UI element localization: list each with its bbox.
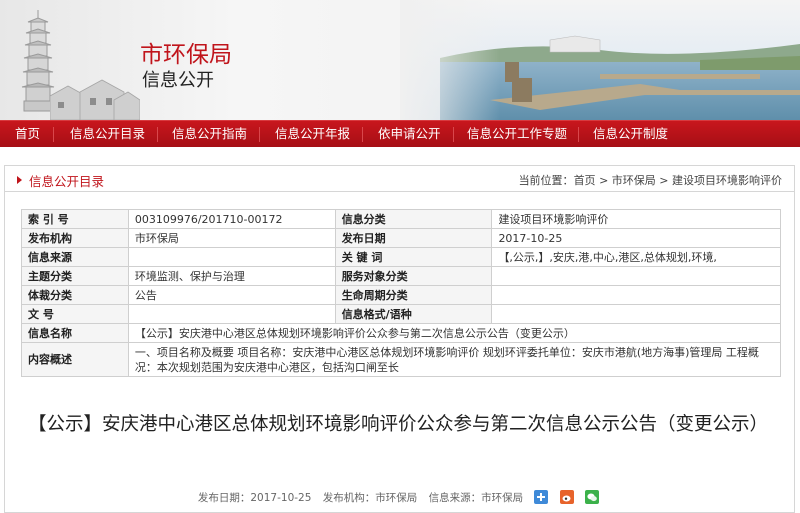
table-row: 信息名称 【公示】安庆港中心港区总体规划环境影响评价公众参与第二次信息公示公告（… <box>21 323 782 343</box>
nav-separator <box>157 127 158 142</box>
field-value <box>127 304 336 324</box>
section-title: 信息公开目录 <box>29 174 105 189</box>
breadcrumb-separator: > <box>599 174 609 187</box>
field-value: 市环保局 <box>127 228 336 248</box>
nav-item-apply[interactable]: 依申请公开 <box>378 121 441 148</box>
summary-value: 一、项目名称及概要 项目名称：安庆港中心港区总体规划环境影响评价 规划环评委托单… <box>127 342 782 377</box>
nav-item-home[interactable]: 首页 <box>15 121 40 148</box>
field-label: 文 号 <box>21 304 129 324</box>
field-label: 信息格式/语种 <box>334 304 493 324</box>
field-value: 003109976/201710-00172 <box>127 209 336 229</box>
header-banner: 市环保局 信息公开 <box>0 0 800 120</box>
nav-item-catalog[interactable]: 信息公开目录 <box>70 121 145 148</box>
nav-separator <box>362 127 363 142</box>
field-label: 内容概述 <box>21 342 129 377</box>
field-value: 公告 <box>127 285 336 305</box>
table-row: 文 号 信息格式/语种 <box>21 304 781 324</box>
nav-separator <box>578 127 579 142</box>
weibo-share-icon[interactable] <box>559 490 574 504</box>
section-header: 信息公开目录 当前位置：首页 > 市环保局 > 建设项目环境影响评价 <box>5 166 794 192</box>
wechat-share-icon[interactable] <box>585 490 600 504</box>
main-nav: 首页 信息公开目录 信息公开指南 信息公开年报 依申请公开 信息公开工作专题 信… <box>0 120 800 147</box>
breadcrumb-label: 当前位置： <box>518 174 574 187</box>
table-row: 信息来源 关 键 词 【,公示,】,安庆,港,中心,港区,总体规划,环境, <box>21 247 781 267</box>
table-row: 内容概述 一、项目名称及概要 项目名称：安庆港中心港区总体规划环境影响评价 规划… <box>21 342 782 377</box>
document-title: 【公示】安庆港中心港区总体规划环境影响评价公众参与第二次信息公示公告（变更公示） <box>27 414 768 435</box>
houses-illustration <box>50 79 140 120</box>
field-label: 生命周期分类 <box>334 285 493 305</box>
field-label: 发布机构 <box>21 228 129 248</box>
document-meta: 发布日期：2017-10-25 发布机构：市环保局 信息来源：市环保局 <box>4 490 793 505</box>
breadcrumb-bureau[interactable]: 市环保局 <box>612 174 656 187</box>
breadcrumb-home[interactable]: 首页 <box>574 174 596 187</box>
field-value <box>491 304 781 324</box>
field-value: 2017-10-25 <box>491 228 781 248</box>
share-plus-icon[interactable] <box>534 490 549 504</box>
breadcrumb-separator: > <box>659 174 669 187</box>
field-label: 信息分类 <box>334 209 493 229</box>
field-value <box>491 285 781 305</box>
field-label: 发布日期 <box>334 228 493 248</box>
info-table: 索 引 号 003109976/201710-00172 信息分类 建设项目环境… <box>21 209 782 377</box>
field-label: 关 键 词 <box>334 247 493 267</box>
nav-item-guide[interactable]: 信息公开指南 <box>172 121 247 148</box>
field-label: 信息名称 <box>21 323 129 343</box>
nav-separator <box>259 127 260 142</box>
table-row: 体裁分类 公告 生命周期分类 <box>21 285 781 305</box>
field-label: 信息来源 <box>21 247 129 267</box>
lake-photo <box>400 0 800 120</box>
table-row: 主题分类 环境监测、保护与治理 服务对象分类 <box>21 266 781 286</box>
table-row: 发布机构 市环保局 发布日期 2017-10-25 <box>21 228 781 248</box>
field-label: 服务对象分类 <box>334 266 493 286</box>
nav-separator <box>53 127 54 142</box>
site-title: 市环保局 <box>140 42 232 68</box>
field-value <box>491 266 781 286</box>
nav-separator <box>453 127 454 142</box>
nav-item-system[interactable]: 信息公开制度 <box>593 121 668 148</box>
nav-item-special-topic[interactable]: 信息公开工作专题 <box>467 121 567 148</box>
site-subtitle: 信息公开 <box>142 70 214 91</box>
field-label: 体裁分类 <box>21 285 129 305</box>
field-value: 【,公示,】,安庆,港,中心,港区,总体规划,环境, <box>491 247 781 267</box>
content-panel: 信息公开目录 当前位置：首页 > 市环保局 > 建设项目环境影响评价 索 引 号… <box>4 165 795 513</box>
field-value: 环境监测、保护与治理 <box>127 266 336 286</box>
info-name-value: 【公示】安庆港中心港区总体规划环境影响评价公众参与第二次信息公示公告（变更公示） <box>127 323 782 343</box>
table-row: 索 引 号 003109976/201710-00172 信息分类 建设项目环境… <box>21 209 781 229</box>
field-label: 主题分类 <box>21 266 129 286</box>
triangle-marker-icon <box>17 176 22 184</box>
source: 信息来源：市环保局 <box>428 492 524 504</box>
publish-date: 发布日期：2017-10-25 <box>197 492 312 504</box>
breadcrumb: 当前位置：首页 > 市环保局 > 建设项目环境影响评价 <box>519 172 782 188</box>
field-label: 索 引 号 <box>21 209 129 229</box>
field-value <box>127 247 336 267</box>
publisher: 发布机构：市环保局 <box>322 492 418 504</box>
breadcrumb-category[interactable]: 建设项目环境影响评价 <box>672 174 782 187</box>
nav-item-annual-report[interactable]: 信息公开年报 <box>275 121 350 148</box>
field-value: 建设项目环境影响评价 <box>491 209 781 229</box>
